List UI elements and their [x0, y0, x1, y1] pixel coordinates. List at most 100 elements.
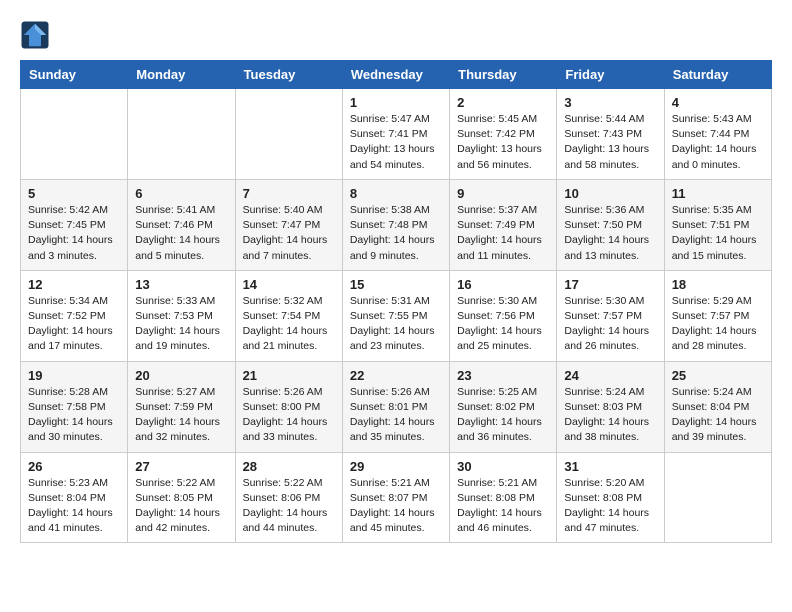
col-header-tuesday: Tuesday	[235, 61, 342, 89]
day-info: Sunrise: 5:37 AM Sunset: 7:49 PM Dayligh…	[457, 203, 549, 264]
day-info: Sunrise: 5:34 AM Sunset: 7:52 PM Dayligh…	[28, 294, 120, 355]
day-info: Sunrise: 5:43 AM Sunset: 7:44 PM Dayligh…	[672, 112, 764, 173]
calendar-cell: 30 Sunrise: 5:21 AM Sunset: 8:08 PM Dayli…	[450, 452, 557, 543]
day-number: 10	[564, 186, 656, 201]
day-info: Sunrise: 5:36 AM Sunset: 7:50 PM Dayligh…	[564, 203, 656, 264]
day-number: 27	[135, 459, 227, 474]
calendar-cell: 6 Sunrise: 5:41 AM Sunset: 7:46 PM Daylig…	[128, 179, 235, 270]
col-header-saturday: Saturday	[664, 61, 771, 89]
day-number: 18	[672, 277, 764, 292]
calendar-cell	[235, 89, 342, 180]
day-info: Sunrise: 5:25 AM Sunset: 8:02 PM Dayligh…	[457, 385, 549, 446]
calendar-cell: 10 Sunrise: 5:36 AM Sunset: 7:50 PM Dayli…	[557, 179, 664, 270]
calendar-week-5: 26 Sunrise: 5:23 AM Sunset: 8:04 PM Dayli…	[21, 452, 772, 543]
day-info: Sunrise: 5:23 AM Sunset: 8:04 PM Dayligh…	[28, 476, 120, 537]
day-info: Sunrise: 5:41 AM Sunset: 7:46 PM Dayligh…	[135, 203, 227, 264]
day-info: Sunrise: 5:22 AM Sunset: 8:06 PM Dayligh…	[243, 476, 335, 537]
calendar-cell: 24 Sunrise: 5:24 AM Sunset: 8:03 PM Dayli…	[557, 361, 664, 452]
calendar-cell: 29Sunrise: 5:21 AM Sunset: 8:07 PM Dayli…	[342, 452, 449, 543]
calendar-cell: 13 Sunrise: 5:33 AM Sunset: 7:53 PM Dayli…	[128, 270, 235, 361]
day-number: 17	[564, 277, 656, 292]
day-number: 23	[457, 368, 549, 383]
calendar-cell: 8 Sunrise: 5:38 AM Sunset: 7:48 PM Daylig…	[342, 179, 449, 270]
calendar-cell: 25 Sunrise: 5:24 AM Sunset: 8:04 PM Dayli…	[664, 361, 771, 452]
day-info: Sunrise: 5:21 AM Sunset: 8:08 PM Dayligh…	[457, 476, 549, 537]
calendar-week-2: 5 Sunrise: 5:42 AM Sunset: 7:45 PM Daylig…	[21, 179, 772, 270]
day-info: Sunrise: 5:33 AM Sunset: 7:53 PM Dayligh…	[135, 294, 227, 355]
day-number: 12	[28, 277, 120, 292]
day-number: 3	[564, 95, 656, 110]
calendar-table: SundayMondayTuesdayWednesdayThursdayFrid…	[20, 60, 772, 543]
day-info: Sunrise: 5:40 AM Sunset: 7:47 PM Dayligh…	[243, 203, 335, 264]
day-info: Sunrise: 5:31 AM Sunset: 7:55 PM Dayligh…	[350, 294, 442, 355]
calendar-cell: 19 Sunrise: 5:28 AM Sunset: 7:58 PM Dayli…	[21, 361, 128, 452]
day-info: Sunrise: 5:29 AM Sunset: 7:57 PM Dayligh…	[672, 294, 764, 355]
day-info: Sunrise: 5:20 AM Sunset: 8:08 PM Dayligh…	[564, 476, 656, 537]
col-header-monday: Monday	[128, 61, 235, 89]
day-info: Sunrise: 5:26 AM Sunset: 8:01 PM Dayligh…	[350, 385, 442, 446]
day-info: Sunrise: 5:24 AM Sunset: 8:04 PM Dayligh…	[672, 385, 764, 446]
calendar-cell	[128, 89, 235, 180]
day-number: 16	[457, 277, 549, 292]
logo-icon	[20, 20, 50, 50]
day-info: Sunrise: 5:35 AM Sunset: 7:51 PM Dayligh…	[672, 203, 764, 264]
calendar-cell: 31 Sunrise: 5:20 AM Sunset: 8:08 PM Dayli…	[557, 452, 664, 543]
day-number: 26	[28, 459, 120, 474]
calendar-cell: 4 Sunrise: 5:43 AM Sunset: 7:44 PM Daylig…	[664, 89, 771, 180]
calendar-cell: 16 Sunrise: 5:30 AM Sunset: 7:56 PM Dayli…	[450, 270, 557, 361]
day-number: 25	[672, 368, 764, 383]
day-info: Sunrise: 5:42 AM Sunset: 7:45 PM Dayligh…	[28, 203, 120, 264]
day-number: 24	[564, 368, 656, 383]
calendar-cell: 15Sunrise: 5:31 AM Sunset: 7:55 PM Dayli…	[342, 270, 449, 361]
day-info: Sunrise: 5:22 AM Sunset: 8:05 PM Dayligh…	[135, 476, 227, 537]
page-header	[20, 20, 772, 50]
calendar-cell: 11 Sunrise: 5:35 AM Sunset: 7:51 PM Dayli…	[664, 179, 771, 270]
day-info: Sunrise: 5:28 AM Sunset: 7:58 PM Dayligh…	[28, 385, 120, 446]
day-number: 6	[135, 186, 227, 201]
day-info: Sunrise: 5:24 AM Sunset: 8:03 PM Dayligh…	[564, 385, 656, 446]
day-number: 2	[457, 95, 549, 110]
day-number: 22	[350, 368, 442, 383]
calendar-cell: 14 Sunrise: 5:32 AM Sunset: 7:54 PM Dayli…	[235, 270, 342, 361]
day-number: 31	[564, 459, 656, 474]
calendar-cell: 2Sunrise: 5:45 AM Sunset: 7:42 PM Daylig…	[450, 89, 557, 180]
day-number: 5	[28, 186, 120, 201]
day-number: 20	[135, 368, 227, 383]
calendar-cell: 18 Sunrise: 5:29 AM Sunset: 7:57 PM Dayli…	[664, 270, 771, 361]
calendar-cell: 9 Sunrise: 5:37 AM Sunset: 7:49 PM Daylig…	[450, 179, 557, 270]
day-info: Sunrise: 5:38 AM Sunset: 7:48 PM Dayligh…	[350, 203, 442, 264]
calendar-cell: 7Sunrise: 5:40 AM Sunset: 7:47 PM Daylig…	[235, 179, 342, 270]
calendar-cell: 21Sunrise: 5:26 AM Sunset: 8:00 PM Dayli…	[235, 361, 342, 452]
calendar-cell: 26 Sunrise: 5:23 AM Sunset: 8:04 PM Dayli…	[21, 452, 128, 543]
calendar-week-3: 12 Sunrise: 5:34 AM Sunset: 7:52 PM Dayli…	[21, 270, 772, 361]
day-info: Sunrise: 5:21 AM Sunset: 8:07 PM Dayligh…	[350, 476, 442, 537]
day-number: 9	[457, 186, 549, 201]
calendar-cell: 1 Sunrise: 5:47 AM Sunset: 7:41 PM Daylig…	[342, 89, 449, 180]
day-number: 19	[28, 368, 120, 383]
day-info: Sunrise: 5:32 AM Sunset: 7:54 PM Dayligh…	[243, 294, 335, 355]
day-number: 14	[243, 277, 335, 292]
day-info: Sunrise: 5:30 AM Sunset: 7:56 PM Dayligh…	[457, 294, 549, 355]
calendar-cell	[21, 89, 128, 180]
calendar-cell: 20 Sunrise: 5:27 AM Sunset: 7:59 PM Dayli…	[128, 361, 235, 452]
day-number: 11	[672, 186, 764, 201]
day-number: 13	[135, 277, 227, 292]
col-header-thursday: Thursday	[450, 61, 557, 89]
day-number: 28	[243, 459, 335, 474]
day-number: 4	[672, 95, 764, 110]
calendar-cell: 27 Sunrise: 5:22 AM Sunset: 8:05 PM Dayli…	[128, 452, 235, 543]
calendar-week-1: 1 Sunrise: 5:47 AM Sunset: 7:41 PM Daylig…	[21, 89, 772, 180]
calendar-cell: 3Sunrise: 5:44 AM Sunset: 7:43 PM Daylig…	[557, 89, 664, 180]
day-number: 8	[350, 186, 442, 201]
day-info: Sunrise: 5:27 AM Sunset: 7:59 PM Dayligh…	[135, 385, 227, 446]
calendar-header-row: SundayMondayTuesdayWednesdayThursdayFrid…	[21, 61, 772, 89]
day-info: Sunrise: 5:47 AM Sunset: 7:41 PM Dayligh…	[350, 112, 442, 173]
day-number: 30	[457, 459, 549, 474]
calendar-cell	[664, 452, 771, 543]
calendar-cell: 23 Sunrise: 5:25 AM Sunset: 8:02 PM Dayli…	[450, 361, 557, 452]
calendar-cell: 17Sunrise: 5:30 AM Sunset: 7:57 PM Dayli…	[557, 270, 664, 361]
col-header-sunday: Sunday	[21, 61, 128, 89]
day-info: Sunrise: 5:26 AM Sunset: 8:00 PM Dayligh…	[243, 385, 335, 446]
col-header-wednesday: Wednesday	[342, 61, 449, 89]
day-number: 1	[350, 95, 442, 110]
